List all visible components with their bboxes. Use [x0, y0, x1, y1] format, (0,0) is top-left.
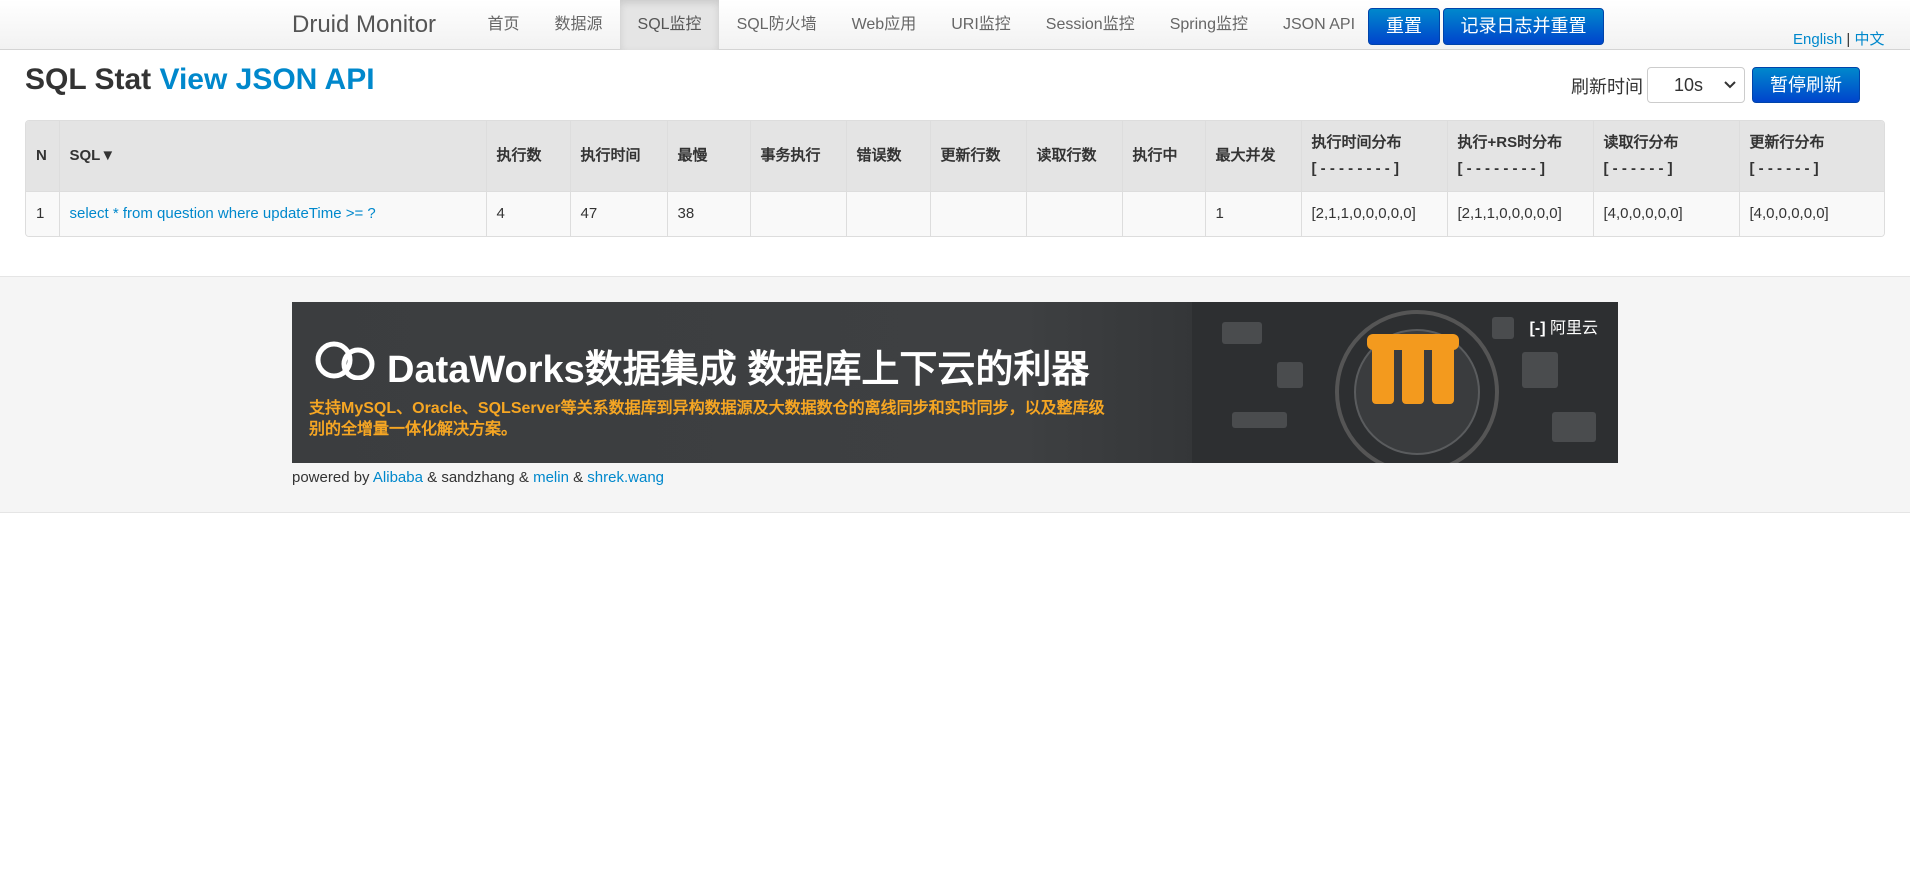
banner-title: DataWorks数据集成 数据库上下云的利器	[387, 349, 1090, 391]
col-header-read-rows[interactable]: 读取行数	[1025, 121, 1122, 191]
amp-separator: &	[427, 469, 438, 486]
col-header-exec-time[interactable]: 执行时间	[569, 121, 667, 191]
melin-link[interactable]: melin	[533, 469, 569, 486]
cell-exec-time: 47	[569, 190, 667, 236]
language-switch: English | 中文	[1793, 28, 1884, 49]
cell-update-hist: [4,0,0,0,0,0]	[1738, 190, 1884, 236]
exec-hist-title: 执行时间分布	[1311, 133, 1402, 151]
col-header-slowest[interactable]: 最慢	[666, 121, 750, 191]
nav-item-sql-monitor[interactable]: SQL监控	[620, 0, 720, 50]
aliyun-mark-icon: [-]	[1529, 320, 1546, 337]
exec-rs-hist-sub: [ - - - - - - - - ]	[1457, 159, 1545, 177]
cell-txn	[749, 190, 846, 236]
page-title: SQL Stat View JSON API	[25, 63, 375, 97]
cell-sql: select * from question where updateTime …	[58, 190, 486, 236]
refresh-interval-value: 10s	[1674, 75, 1704, 95]
nav-item-web-app[interactable]: Web应用	[834, 0, 934, 50]
nav-menu: 首页 数据源 SQL监控 SQL防火墙 Web应用 URI监控 Session监…	[470, 0, 1373, 50]
update-hist-sub: [ - - - - - - ]	[1749, 159, 1819, 177]
cell-exec-hist: [2,1,1,0,0,0,0,0]	[1300, 190, 1447, 236]
cell-slowest: 38	[666, 190, 750, 236]
nav-item-spring-monitor[interactable]: Spring监控	[1152, 0, 1265, 50]
refresh-interval-select[interactable]: 10s	[1647, 67, 1745, 103]
cell-update-rows	[929, 190, 1026, 236]
sandzhang-text: sandzhang	[441, 469, 515, 486]
amp-separator: &	[518, 469, 529, 486]
col-header-txn[interactable]: 事务执行	[749, 121, 846, 191]
chevron-down-icon	[1724, 68, 1736, 114]
nav-item-json-api[interactable]: JSON API	[1265, 0, 1372, 50]
exec-rs-hist-title: 执行+RS时分布	[1457, 133, 1563, 151]
cell-running	[1121, 190, 1205, 236]
shrek-wang-link[interactable]: shrek.wang	[587, 469, 664, 486]
col-header-n[interactable]: N	[26, 121, 59, 191]
col-header-max-concurrent[interactable]: 最大并发	[1204, 121, 1301, 191]
col-header-running[interactable]: 执行中	[1121, 121, 1205, 191]
nav-item-uri-monitor[interactable]: URI监控	[934, 0, 1029, 50]
table-row: 1 select * from question where updateTim…	[26, 190, 1884, 236]
nav-item-session-monitor[interactable]: Session监控	[1028, 0, 1152, 50]
refresh-interval-label: 刷新时间	[1571, 77, 1643, 97]
col-header-exec-count[interactable]: 执行数	[485, 121, 570, 191]
cell-read-rows	[1025, 190, 1122, 236]
col-header-errors[interactable]: 错误数	[845, 121, 930, 191]
nav-item-sql-firewall[interactable]: SQL防火墙	[719, 0, 834, 50]
col-header-read-hist[interactable]: 读取行分布 [ - - - - - - ]	[1592, 121, 1739, 191]
cell-n: 1	[26, 190, 59, 236]
read-hist-title: 读取行分布	[1603, 133, 1679, 151]
banner-subtitle: 支持MySQL、Oracle、SQLServer等关系数据库到异构数据源及大数据…	[309, 400, 1105, 438]
col-header-update-hist[interactable]: 更新行分布 [ - - - - - - ]	[1738, 121, 1884, 191]
powered-by: powered by Alibaba & sandzhang & melin &…	[292, 469, 664, 486]
update-hist-title: 更新行分布	[1749, 133, 1825, 151]
cell-read-hist: [4,0,0,0,0,0]	[1592, 190, 1739, 236]
amp-separator: &	[573, 469, 584, 486]
powered-prefix: powered by	[292, 469, 370, 486]
aliyun-logo: [-] 阿里云	[1530, 314, 1598, 338]
lang-separator: |	[1846, 31, 1851, 48]
exec-hist-sub: [ - - - - - - - - ]	[1311, 159, 1399, 177]
log-and-reset-button[interactable]: 记录日志并重置	[1443, 8, 1604, 45]
col-header-exec-rs-hist[interactable]: 执行+RS时分布 [ - - - - - - - - ]	[1446, 121, 1593, 191]
col-header-sql[interactable]: SQL▼	[58, 121, 486, 191]
read-hist-sub: [ - - - - - - ]	[1603, 159, 1673, 177]
nav-item-home[interactable]: 首页	[470, 0, 537, 50]
table-header-row: N SQL▼ 执行数 执行时间 最慢 事务执行 错误数 更新行数 读取行数 执行…	[26, 121, 1884, 191]
cell-exec-rs-hist: [2,1,1,0,0,0,0,0]	[1446, 190, 1593, 236]
col-header-exec-hist[interactable]: 执行时间分布 [ - - - - - - - - ]	[1300, 121, 1447, 191]
brand-title[interactable]: Druid Monitor	[292, 11, 436, 39]
footer: DataWorks数据集成 数据库上下云的利器 支持MySQL、Oracle、S…	[0, 276, 1910, 513]
sql-detail-link[interactable]: select * from question where updateTime …	[70, 205, 376, 222]
col-header-update-rows[interactable]: 更新行数	[929, 121, 1026, 191]
dataworks-logo-icon	[314, 340, 380, 385]
dataworks-ad-banner[interactable]: DataWorks数据集成 数据库上下云的利器 支持MySQL、Oracle、S…	[292, 302, 1618, 463]
lang-chinese-link[interactable]: 中文	[1854, 31, 1884, 48]
aliyun-brand-text: 阿里云	[1549, 320, 1598, 337]
cell-exec-count: 4	[485, 190, 570, 236]
lang-english-link[interactable]: English	[1793, 31, 1842, 48]
nav-item-datasource[interactable]: 数据源	[537, 0, 620, 50]
view-json-api-link[interactable]: View JSON API	[159, 63, 374, 96]
cell-errors	[845, 190, 930, 236]
sql-stat-table: N SQL▼ 执行数 执行时间 最慢 事务执行 错误数 更新行数 读取行数 执行…	[25, 120, 1885, 237]
page-title-text: SQL Stat	[25, 63, 152, 96]
reset-button[interactable]: 重置	[1368, 8, 1440, 45]
pause-refresh-button[interactable]: 暂停刷新	[1752, 67, 1860, 103]
cell-max-concurrent: 1	[1204, 190, 1301, 236]
top-navbar: Druid Monitor 首页 数据源 SQL监控 SQL防火墙 Web应用 …	[0, 0, 1910, 50]
alibaba-link[interactable]: Alibaba	[373, 469, 423, 486]
